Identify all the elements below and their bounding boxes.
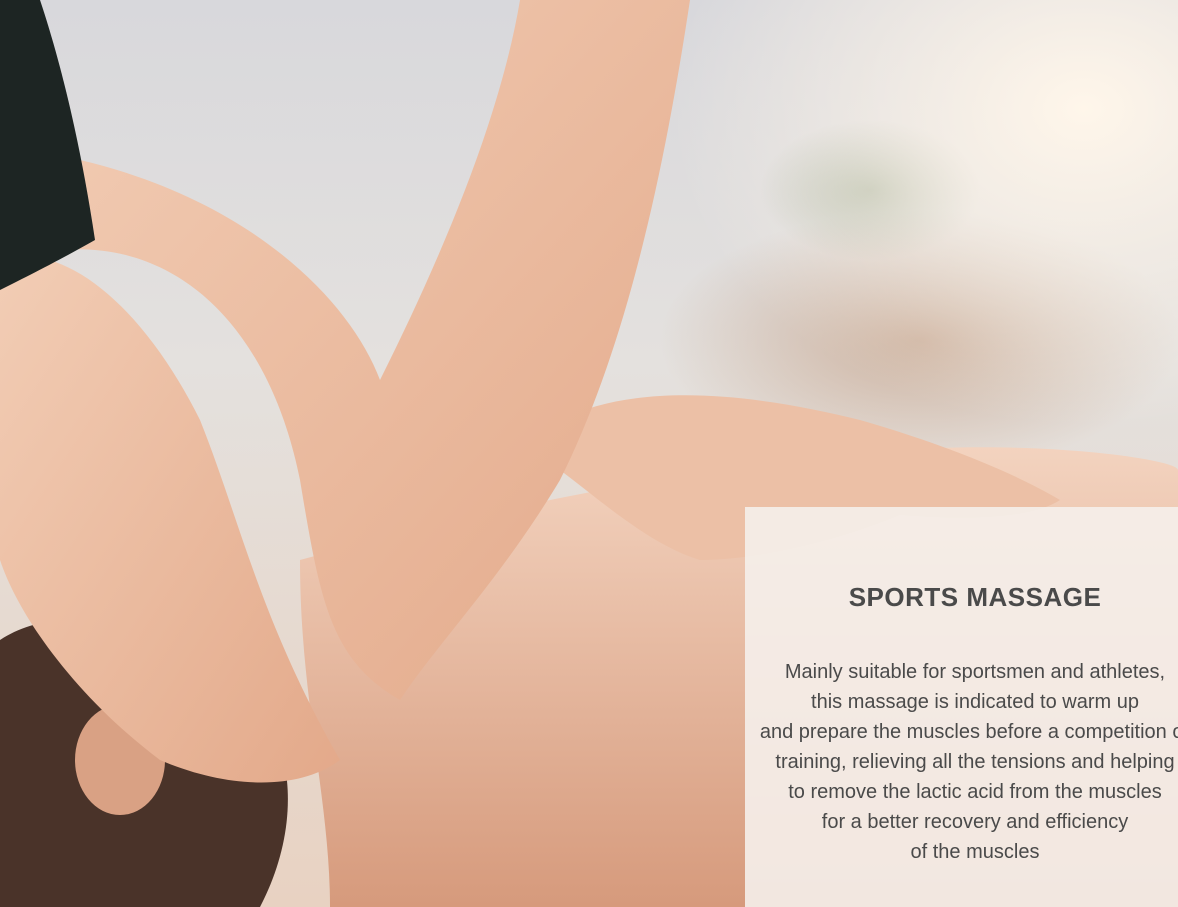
hero-section: SPORTS MASSAGE Mainly suitable for sport… — [0, 0, 1178, 907]
description-line: this massage is indicated to warm up — [811, 691, 1139, 713]
description-line: training, relieving all the tensions and… — [775, 751, 1175, 773]
description-line: for a better recovery and efficiency — [821, 811, 1129, 833]
description-line: of the muscles — [910, 841, 1040, 863]
description-line: Mainly suitable for sportsmen and athlet… — [784, 661, 1166, 683]
service-card: SPORTS MASSAGE Mainly suitable for sport… — [745, 507, 1178, 907]
description-line: and prepare the muscles before a competi… — [759, 721, 1178, 743]
description-line: to remove the lactic acid from the muscl… — [788, 781, 1162, 803]
service-title: SPORTS MASSAGE — [848, 582, 1102, 612]
service-description: Mainly suitable for sportsmen and athlet… — [745, 657, 1178, 867]
